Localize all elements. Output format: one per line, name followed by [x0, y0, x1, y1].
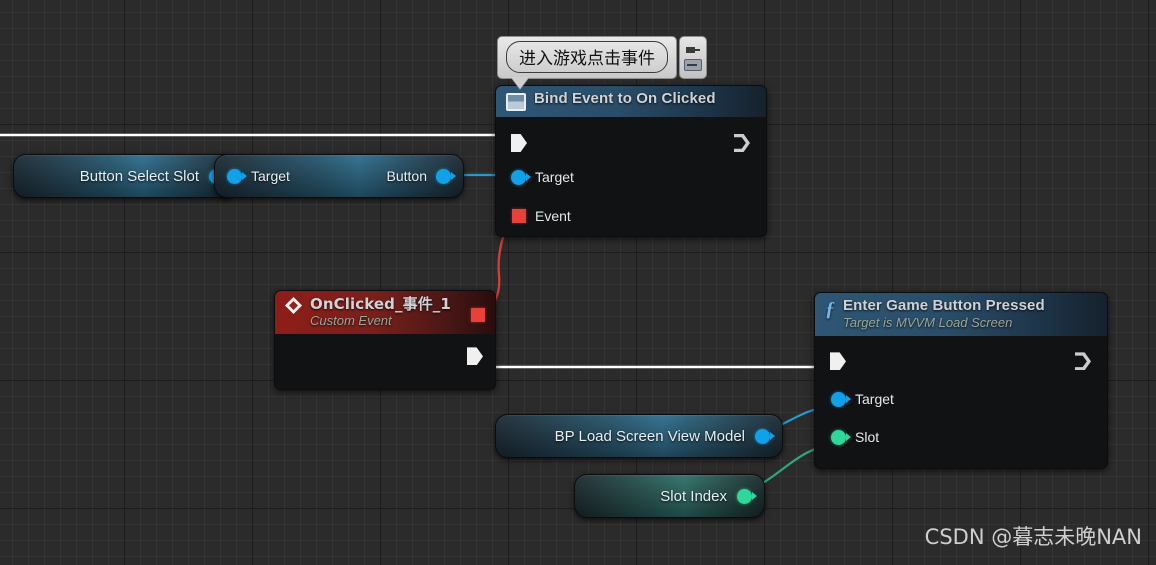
node-subtitle: Target is MVVM Load Screen — [843, 314, 1013, 330]
pin-label: Event — [535, 208, 571, 224]
comment-text: 进入游戏点击事件 — [519, 49, 655, 69]
event-delegate-pin[interactable] — [512, 209, 526, 223]
pin-label: Target — [251, 168, 290, 184]
comment-bubble-body[interactable]: 进入游戏点击事件 — [497, 36, 677, 89]
variable-label: Button Select Slot — [79, 167, 199, 185]
node-bp-load-screen-view-model[interactable]: BP Load Screen View Model — [495, 414, 783, 458]
pin-row-target[interactable]: Target — [831, 391, 894, 407]
delegate-output-pin[interactable] — [471, 308, 485, 322]
node-enter-game-button-pressed[interactable]: ƒ Enter Game Button Pressed Target is MV… — [814, 292, 1108, 469]
slot-pin[interactable] — [831, 429, 851, 445]
node-titlebar[interactable]: Bind Event to On Clicked — [496, 86, 766, 117]
pin-row-slot[interactable]: Slot — [831, 429, 879, 445]
pin-icon[interactable] — [686, 45, 700, 55]
exec-in-pin[interactable] — [511, 134, 527, 152]
node-get-button[interactable]: Target Button — [214, 154, 464, 198]
target-pin[interactable] — [831, 391, 851, 407]
comment-bubble-tail — [511, 77, 529, 89]
node-body: Target Slot — [815, 336, 1107, 464]
output-pin[interactable] — [755, 428, 775, 444]
exec-in-pin[interactable] — [830, 352, 846, 371]
node-body: Target Event — [496, 117, 766, 236]
node-custom-event-onclicked[interactable]: OnClicked_事件_1 Custom Event — [274, 290, 496, 390]
comment-bubble-controls[interactable] — [679, 36, 707, 79]
variable-label: Slot Index — [660, 487, 727, 505]
pin-label: Target — [855, 391, 894, 408]
exec-out-pin[interactable] — [467, 347, 483, 366]
pin-label: Button — [386, 168, 427, 184]
pin-label: Target — [535, 169, 574, 185]
event-diamond-icon — [285, 297, 302, 314]
target-pin[interactable] — [511, 169, 531, 185]
function-icon: ƒ — [825, 298, 835, 320]
comment-bubble-field[interactable]: 进入游戏点击事件 — [506, 41, 668, 73]
pin-row-button[interactable]: Button — [386, 168, 456, 184]
node-bind-event-to-on-clicked[interactable]: Bind Event to On Clicked Target Event — [495, 85, 767, 237]
node-body — [275, 334, 495, 379]
exec-out-pin[interactable] — [734, 134, 750, 152]
node-titlebar[interactable]: ƒ Enter Game Button Pressed Target is MV… — [815, 293, 1107, 337]
node-title: Bind Event to On Clicked — [534, 90, 716, 107]
watermark: CSDN @暮志未晚NAN — [924, 525, 1142, 549]
blueprint-graph-canvas[interactable]: 进入游戏点击事件 Bind Event to On Clicked Target — [0, 0, 1156, 565]
target-pin[interactable] — [227, 168, 247, 184]
node-slot-index[interactable]: Slot Index — [574, 474, 765, 518]
variable-label: BP Load Screen View Model — [554, 427, 745, 445]
delegate-icon — [506, 93, 526, 111]
node-button-select-slot[interactable]: Button Select Slot — [13, 154, 237, 198]
pin-row-event[interactable]: Event — [512, 208, 571, 224]
comment-bubble[interactable]: 进入游戏点击事件 — [497, 36, 707, 89]
node-title: Enter Game Button Pressed — [843, 297, 1045, 314]
node-subtitle: Custom Event — [310, 312, 392, 328]
node-titlebar[interactable]: OnClicked_事件_1 Custom Event — [275, 291, 495, 335]
button-output-pin[interactable] — [436, 168, 456, 184]
pin-label: Slot — [855, 429, 880, 446]
output-pin[interactable] — [737, 488, 757, 504]
pin-row-target[interactable]: Target — [227, 168, 290, 184]
exec-out-pin[interactable] — [1075, 352, 1091, 371]
node-title: OnClicked_事件_1 — [310, 295, 451, 313]
keyboard-icon[interactable] — [684, 58, 702, 71]
pin-row-target[interactable]: Target — [511, 169, 574, 185]
